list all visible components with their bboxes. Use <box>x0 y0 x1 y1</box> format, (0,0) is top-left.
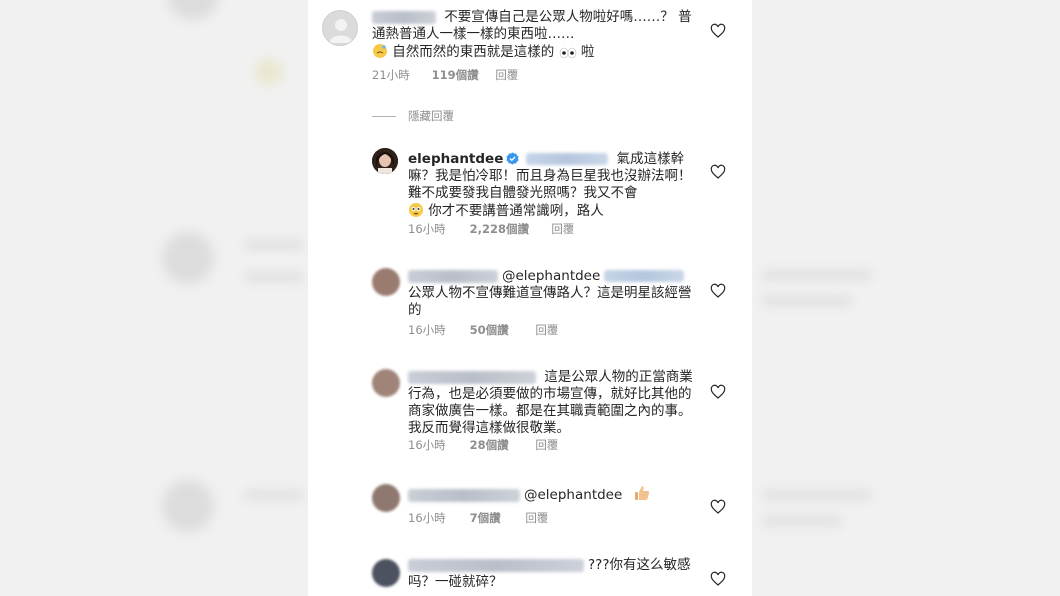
comment-body: ???你有这么敏感吗？一碰就碎？ <box>408 557 693 591</box>
ghost-text <box>762 490 872 500</box>
thumbs-up-emoji <box>633 484 651 507</box>
comment-meta: 16小時 50個讚 回覆 <box>408 322 558 338</box>
ghost-text <box>244 272 304 282</box>
comment-meta: 16小時 2,228個讚 回覆 <box>408 221 574 237</box>
ghost-emoji <box>255 58 283 86</box>
reply-button[interactable]: 回覆 <box>525 510 548 526</box>
ghost-avatar <box>168 0 218 20</box>
blurred-username[interactable] <box>408 558 584 572</box>
ghost-avatar <box>162 232 214 284</box>
blurred-username[interactable] <box>408 488 520 502</box>
like-count[interactable]: 50個讚 <box>470 322 532 338</box>
comment-time: 16小時 <box>408 438 446 452</box>
hide-replies-label: 隱藏回覆 <box>408 109 454 123</box>
blurred-mention[interactable] <box>604 270 685 282</box>
comments-panel: 不要宣傳自己是公眾人物啦好嗎……？ 普通熱普通人一樣一樣的東西啦…… 自然而然的… <box>308 0 752 596</box>
blurred-username[interactable] <box>408 370 536 384</box>
sweat-emoji <box>372 43 388 64</box>
comment-text: 自然而然的東西就是這樣的 <box>392 44 555 60</box>
avatar[interactable] <box>372 559 400 587</box>
avatar[interactable] <box>372 484 400 512</box>
comment-time: 16小時 <box>408 323 446 337</box>
ghost-text <box>762 270 872 280</box>
heart-outline-icon[interactable] <box>710 384 726 400</box>
heart-outline-icon[interactable] <box>710 23 726 39</box>
like-count[interactable]: 7個讚 <box>470 510 522 526</box>
comment-text: 公眾人物不宣傳難道宣傳路人？這是明星該經營的 <box>408 285 692 318</box>
heart-outline-icon[interactable] <box>710 571 726 587</box>
avatar[interactable] <box>372 369 400 397</box>
like-count[interactable]: 2,228個讚 <box>470 221 548 237</box>
comment-text: 你才不要講普通常識咧，路人 <box>428 203 604 219</box>
comment-time: 21小時 <box>372 68 410 82</box>
blurred-mention[interactable] <box>526 153 609 165</box>
hide-replies-button[interactable]: 隱藏回覆 <box>372 108 454 124</box>
comment-text: 啦 <box>580 44 595 60</box>
reply-button[interactable]: 回覆 <box>535 322 558 338</box>
mention-link[interactable]: @elephantdee <box>502 268 600 284</box>
comment-body: 這是公眾人物的正當商業行為，也是必須要做的市場宣傳，就好比其他的商家做廣告一樣。… <box>408 369 693 437</box>
comment-body: elephantdee 氣成這樣幹嘛？我是怕冷耶！而且身為巨星我也沒辦法啊！難不… <box>408 151 693 223</box>
ghost-avatar <box>162 480 214 532</box>
blurred-background-left <box>0 0 308 596</box>
ghost-text <box>762 296 852 306</box>
divider <box>372 116 396 117</box>
avatar[interactable] <box>372 268 400 296</box>
flushed-emoji <box>408 202 424 223</box>
username-link[interactable]: elephantdee <box>408 151 503 167</box>
profile-photo <box>372 148 398 174</box>
comment-body: @elephantdee <box>408 484 693 507</box>
comment-meta: 16小時 7個讚 回覆 <box>408 510 548 526</box>
blurred-background-right <box>752 0 1060 596</box>
comment-body: @elephantdee 公眾人物不宣傳難道宣傳路人？這是明星該經營的 <box>408 268 693 319</box>
comment-meta: 16小時 28個讚 回覆 <box>408 437 558 453</box>
mention-link[interactable]: @elephantdee <box>524 487 622 503</box>
heart-outline-icon[interactable] <box>710 283 726 299</box>
avatar[interactable] <box>372 148 398 174</box>
ghost-text <box>244 240 304 250</box>
default-avatar-icon <box>329 19 353 43</box>
comment-time: 16小時 <box>408 222 446 236</box>
comment-body: 不要宣傳自己是公眾人物啦好嗎……？ 普通熱普通人一樣一樣的東西啦…… 自然而然的… <box>372 9 692 64</box>
comment-time: 16小時 <box>408 511 446 525</box>
heart-outline-icon[interactable] <box>710 499 726 515</box>
reply-button[interactable]: 回覆 <box>495 67 518 83</box>
ghost-text <box>244 490 304 500</box>
verified-badge-icon <box>506 152 519 165</box>
like-count[interactable]: 28個讚 <box>470 437 532 453</box>
like-count[interactable]: 119個讚 <box>432 67 492 83</box>
comment-meta: 21小時 119個讚 回覆 <box>372 67 518 83</box>
blurred-username[interactable] <box>408 269 498 283</box>
eyes-emoji <box>559 47 577 64</box>
avatar[interactable] <box>322 10 358 46</box>
ghost-text <box>762 516 842 526</box>
reply-button[interactable]: 回覆 <box>551 221 574 237</box>
heart-outline-icon[interactable] <box>710 164 726 180</box>
blurred-username[interactable] <box>372 10 436 24</box>
reply-button[interactable]: 回覆 <box>535 437 558 453</box>
